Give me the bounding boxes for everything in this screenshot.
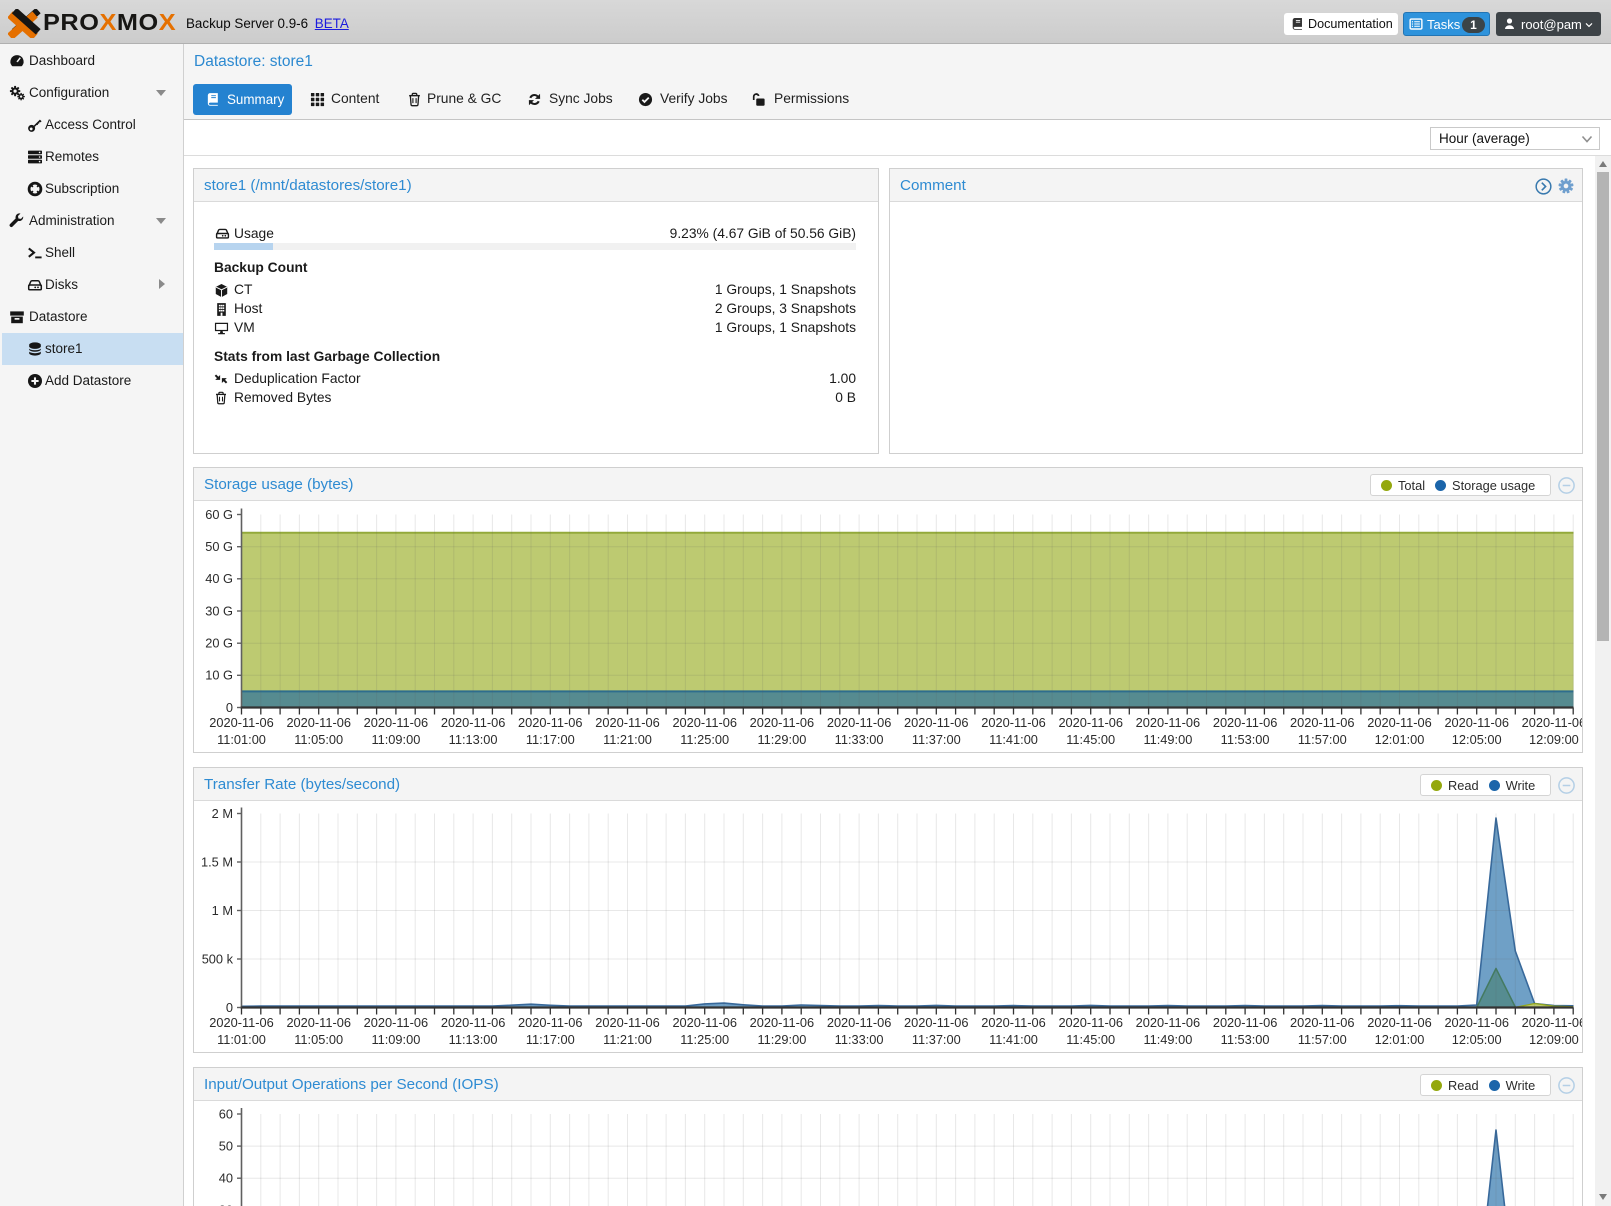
svg-text:11:41:00: 11:41:00 (989, 732, 1038, 747)
svg-text:2020-11-06: 2020-11-06 (981, 715, 1046, 730)
svg-text:1.5 M: 1.5 M (201, 854, 233, 869)
svg-text:11:33:00: 11:33:00 (835, 732, 884, 747)
svg-text:11:01:00: 11:01:00 (217, 732, 266, 747)
svg-text:11:41:00: 11:41:00 (989, 1032, 1038, 1047)
svg-text:2020-11-06: 2020-11-06 (1290, 715, 1355, 730)
svg-text:2020-11-06: 2020-11-06 (750, 715, 815, 730)
svg-text:11:01:00: 11:01:00 (217, 1032, 266, 1047)
svg-text:11:17:00: 11:17:00 (526, 1032, 575, 1047)
svg-text:11:05:00: 11:05:00 (294, 1032, 343, 1047)
svg-text:2020-11-06: 2020-11-06 (1213, 1015, 1278, 1030)
svg-text:40 G: 40 G (205, 571, 233, 586)
svg-text:11:25:00: 11:25:00 (680, 1032, 729, 1047)
svg-text:11:45:00: 11:45:00 (1066, 1032, 1115, 1047)
svg-text:11:53:00: 11:53:00 (1221, 732, 1270, 747)
svg-text:2 M: 2 M (212, 806, 233, 821)
svg-text:11:09:00: 11:09:00 (371, 732, 420, 747)
svg-text:12:01:00: 12:01:00 (1375, 732, 1425, 747)
svg-text:11:13:00: 11:13:00 (449, 732, 498, 747)
svg-text:12:01:00: 12:01:00 (1375, 1032, 1425, 1047)
svg-text:11:49:00: 11:49:00 (1143, 1032, 1192, 1047)
svg-text:2020-11-06: 2020-11-06 (518, 1015, 583, 1030)
svg-text:50 G: 50 G (205, 539, 233, 554)
svg-text:2020-11-06: 2020-11-06 (364, 715, 429, 730)
svg-text:11:17:00: 11:17:00 (526, 732, 575, 747)
svg-text:2020-11-06: 2020-11-06 (1136, 715, 1201, 730)
svg-text:2020-11-06: 2020-11-06 (286, 1015, 351, 1030)
svg-text:2020-11-06: 2020-11-06 (518, 715, 583, 730)
svg-text:2020-11-06: 2020-11-06 (1444, 1015, 1509, 1030)
svg-text:0: 0 (226, 1000, 233, 1015)
svg-text:2020-11-06: 2020-11-06 (286, 715, 351, 730)
svg-text:500 k: 500 k (202, 951, 234, 966)
svg-text:11:45:00: 11:45:00 (1066, 732, 1115, 747)
svg-text:2020-11-06: 2020-11-06 (441, 715, 506, 730)
svg-text:40: 40 (219, 1171, 233, 1186)
svg-text:2020-11-06: 2020-11-06 (364, 1015, 429, 1030)
svg-text:2020-11-06: 2020-11-06 (209, 715, 274, 730)
svg-text:2020-11-06: 2020-11-06 (981, 1015, 1046, 1030)
svg-text:11:33:00: 11:33:00 (835, 1032, 884, 1047)
svg-text:11:09:00: 11:09:00 (371, 1032, 420, 1047)
svg-text:2020-11-06: 2020-11-06 (827, 715, 892, 730)
svg-text:11:49:00: 11:49:00 (1143, 732, 1192, 747)
svg-text:11:57:00: 11:57:00 (1298, 1032, 1347, 1047)
svg-text:2020-11-06: 2020-11-06 (750, 1015, 815, 1030)
svg-text:11:05:00: 11:05:00 (294, 732, 343, 747)
svg-text:0: 0 (226, 700, 233, 715)
svg-text:50: 50 (219, 1139, 233, 1154)
svg-text:11:53:00: 11:53:00 (1221, 1032, 1270, 1047)
svg-text:2020-11-06: 2020-11-06 (672, 715, 737, 730)
svg-text:12:09:00: 12:09:00 (1529, 1032, 1579, 1047)
svg-text:2020-11-06: 2020-11-06 (1522, 1015, 1582, 1030)
svg-text:1 M: 1 M (212, 903, 233, 918)
svg-text:60 G: 60 G (205, 507, 233, 522)
svg-text:2020-11-06: 2020-11-06 (595, 1015, 660, 1030)
svg-text:2020-11-06: 2020-11-06 (904, 715, 969, 730)
svg-text:2020-11-06: 2020-11-06 (827, 1015, 892, 1030)
svg-text:2020-11-06: 2020-11-06 (1136, 1015, 1201, 1030)
svg-text:2020-11-06: 2020-11-06 (1522, 715, 1582, 730)
svg-text:2020-11-06: 2020-11-06 (1444, 715, 1509, 730)
svg-text:2020-11-06: 2020-11-06 (441, 1015, 506, 1030)
svg-text:60: 60 (219, 1106, 233, 1121)
svg-text:11:29:00: 11:29:00 (757, 1032, 806, 1047)
svg-text:2020-11-06: 2020-11-06 (595, 715, 660, 730)
svg-text:10 G: 10 G (205, 668, 233, 683)
svg-text:2020-11-06: 2020-11-06 (209, 1015, 274, 1030)
svg-text:11:37:00: 11:37:00 (912, 1032, 961, 1047)
svg-text:2020-11-06: 2020-11-06 (1213, 715, 1278, 730)
svg-text:2020-11-06: 2020-11-06 (1367, 715, 1432, 730)
svg-text:2020-11-06: 2020-11-06 (1058, 1015, 1123, 1030)
svg-text:11:29:00: 11:29:00 (757, 732, 806, 747)
svg-text:11:21:00: 11:21:00 (603, 1032, 652, 1047)
svg-text:11:57:00: 11:57:00 (1298, 732, 1347, 747)
svg-text:20 G: 20 G (205, 636, 233, 651)
svg-text:11:21:00: 11:21:00 (603, 732, 652, 747)
svg-text:2020-11-06: 2020-11-06 (904, 1015, 969, 1030)
svg-text:12:09:00: 12:09:00 (1529, 732, 1579, 747)
svg-text:30 G: 30 G (205, 603, 233, 618)
svg-text:12:05:00: 12:05:00 (1452, 732, 1502, 747)
svg-text:12:05:00: 12:05:00 (1452, 1032, 1502, 1047)
svg-text:11:13:00: 11:13:00 (449, 1032, 498, 1047)
svg-text:11:25:00: 11:25:00 (680, 732, 729, 747)
svg-text:2020-11-06: 2020-11-06 (1058, 715, 1123, 730)
svg-text:2020-11-06: 2020-11-06 (1290, 1015, 1355, 1030)
svg-text:2020-11-06: 2020-11-06 (672, 1015, 737, 1030)
svg-text:2020-11-06: 2020-11-06 (1367, 1015, 1432, 1030)
svg-text:11:37:00: 11:37:00 (912, 732, 961, 747)
